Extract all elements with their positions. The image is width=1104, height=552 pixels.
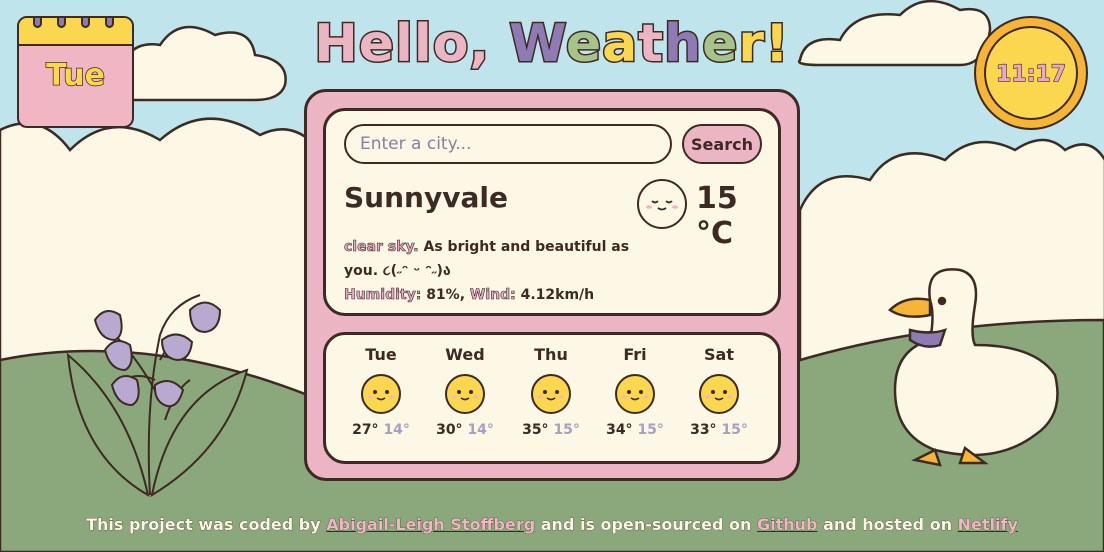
forecast-high: 30° — [436, 422, 463, 438]
current-weather-card: Search Sunnyvale 15 °C clear sky. As bri… — [323, 108, 781, 316]
sun-face-icon — [445, 374, 485, 414]
description-label: clear sky. — [344, 239, 419, 256]
forecast-day-name: Sat — [704, 345, 734, 364]
humidity-label: Humidity: — [344, 287, 422, 304]
forecast-low: 14° — [383, 422, 410, 438]
temperature-value: 15 — [696, 181, 738, 216]
author-link[interactable]: Abigail-Leigh Stoffberg — [326, 515, 536, 535]
city-name: Sunnyvale — [344, 181, 508, 214]
forecast-high: 35° — [522, 422, 549, 438]
forecast-day: Fri 34° 15° — [600, 345, 670, 438]
forecast-low: 14° — [467, 422, 494, 438]
footer-text: and hosted on — [823, 515, 953, 535]
forecast-day-name: Fri — [623, 345, 647, 364]
title-part: t — [637, 13, 665, 76]
calendar-ring — [57, 18, 66, 28]
forecast-high: 34° — [606, 422, 633, 438]
wind-value: 4.12km/h — [520, 287, 595, 303]
forecast-temps: 33° 15° — [684, 422, 754, 438]
title-part: W — [508, 13, 566, 76]
stat-separator: , — [459, 287, 466, 303]
sun-face-icon — [637, 179, 687, 229]
forecast-low: 15° — [637, 422, 664, 438]
forecast-card: Tue 27° 14° Wed 30° 14° Thu 35° 15° Fri … — [323, 332, 781, 464]
netlify-link[interactable]: Netlify — [957, 515, 1018, 535]
calendar-binding — [19, 18, 132, 46]
wind-label: Wind: — [469, 287, 516, 304]
clock-time: 11:17 — [995, 61, 1067, 87]
forecast-high: 27° — [352, 422, 379, 438]
forecast-day-name: Wed — [445, 345, 485, 364]
calendar-icon: Tue — [17, 16, 134, 128]
clock-icon: 11:17 — [974, 16, 1088, 130]
calendar-ring — [33, 18, 42, 28]
forecast-temps: 34° 15° — [600, 422, 670, 438]
title-part: r — [737, 13, 766, 76]
calendar-day: Tue — [45, 57, 105, 94]
weather-description: clear sky. As bright and beautiful as yo… — [344, 235, 634, 307]
github-link[interactable]: Github — [757, 515, 818, 535]
forecast-day: Tue 27° 14° — [346, 345, 416, 438]
title-part: a — [601, 13, 639, 76]
calendar-ring — [81, 18, 90, 28]
forecast-day-name: Tue — [365, 345, 397, 364]
calendar-ring — [105, 18, 114, 28]
forecast-low: 15° — [553, 422, 580, 438]
forecast-day: Sat 33° 15° — [684, 345, 754, 438]
title-part: h — [663, 13, 703, 76]
forecast-temps: 27° 14° — [346, 422, 416, 438]
temperature-unit: °C — [696, 216, 734, 251]
title-part: e — [564, 13, 603, 76]
sun-face-icon — [615, 374, 655, 414]
title-part: e — [701, 13, 739, 76]
current-temperature: 15 °C — [696, 181, 778, 251]
forecast-low: 15° — [721, 422, 748, 438]
forecast-high: 33° — [690, 422, 717, 438]
footer-text: This project was coded by — [86, 515, 321, 535]
search-input[interactable] — [344, 124, 672, 164]
title-part: ! — [764, 13, 791, 76]
title-part: Hello, — [313, 13, 510, 76]
sun-face-icon — [531, 374, 571, 414]
footer-credits: This project was coded by Abigail-Leigh … — [0, 515, 1104, 535]
page-title: Hello, Weather! — [0, 13, 1104, 76]
forecast-temps: 35° 15° — [516, 422, 586, 438]
forecast-day: Wed 30° 14° — [430, 345, 500, 438]
weather-app: Search Sunnyvale 15 °C clear sky. As bri… — [304, 89, 800, 481]
forecast-day: Thu 35° 15° — [516, 345, 586, 438]
sun-face-icon — [361, 374, 401, 414]
search-button[interactable]: Search — [682, 124, 762, 164]
forecast-temps: 30° 14° — [430, 422, 500, 438]
sun-face-icon — [699, 374, 739, 414]
footer-text: and is open-sourced on — [540, 515, 752, 535]
humidity-value: 81% — [426, 287, 460, 303]
forecast-day-name: Thu — [534, 345, 568, 364]
